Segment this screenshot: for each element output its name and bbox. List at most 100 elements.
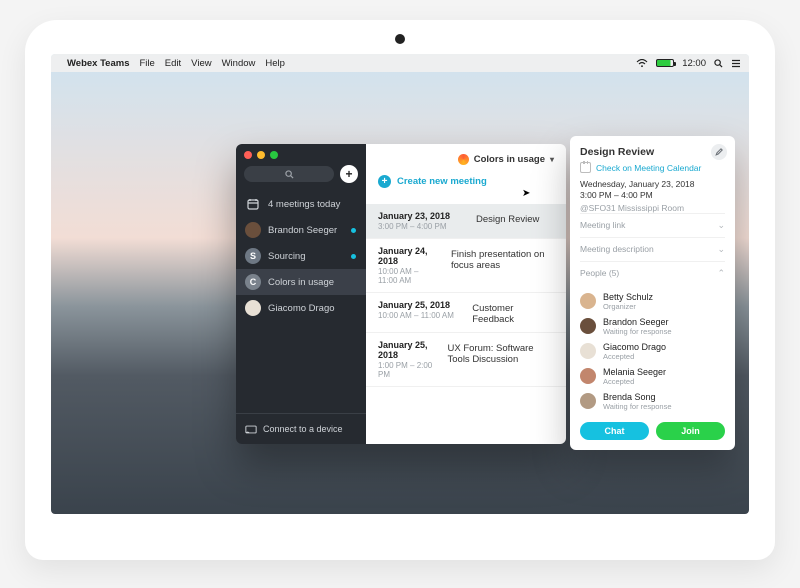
meeting-row[interactable]: January 23, 20183:00 PM – 4:00 PM Design… [366,204,566,239]
meetings-list: January 23, 20183:00 PM – 4:00 PM Design… [366,204,566,387]
person-status: Accepted [603,352,666,361]
avatar [245,300,261,316]
person-name: Brenda Song [603,392,672,402]
edit-meeting-button[interactable] [711,144,727,160]
avatar [580,293,596,309]
person-status: Waiting for response [603,327,672,336]
meeting-row[interactable]: January 25, 20181:00 PM – 2:00 PM UX For… [366,333,566,387]
search-input[interactable] [244,166,334,182]
window-traffic-lights [236,144,366,165]
person-row[interactable]: Brandon SeegerWaiting for response [580,314,725,339]
person-row[interactable]: Melania SeegerAccepted [580,364,725,389]
plus-icon: + [378,175,391,188]
person-name: Brandon Seeger [603,317,672,327]
detail-title: Design Review [580,146,725,158]
sidebar-item-sourcing[interactable]: S Sourcing [236,243,366,269]
new-space-button[interactable]: + [340,165,358,183]
menu-window[interactable]: Window [222,58,256,69]
detail-location: @SFO31 Mississippi Room [580,203,725,213]
create-meeting-label: Create new meeting [397,176,487,187]
person-name: Giacomo Drago [603,342,666,352]
sidebar-item-label: Sourcing [268,251,306,262]
sidebar-item-giacomo-drago[interactable]: Giacomo Drago [236,295,366,321]
spotlight-icon[interactable] [714,59,723,68]
accordion-label: Meeting link [580,220,625,230]
meeting-date: January 25, 2018 [378,300,460,310]
calendar-icon [245,196,261,212]
avatar: C [245,274,261,290]
accordion-label: People (5) [580,268,619,278]
person-row[interactable]: Giacomo DragoAccepted [580,339,725,364]
person-status: Waiting for response [603,402,672,411]
avatar [580,343,596,359]
clock[interactable]: 12:00 [682,58,706,69]
meeting-row[interactable]: January 24, 201810:00 AM – 11:00 AM Fini… [366,239,566,293]
unread-indicator [351,254,356,259]
meeting-link-accordion[interactable]: Meeting link ⌄ [580,213,725,237]
menu-view[interactable]: View [191,58,211,69]
connect-label: Connect to a device [263,424,343,434]
accordion-label: Meeting description [580,244,654,254]
chevron-up-icon: ⌃ [717,268,725,279]
sidebar-item-label: Giacomo Drago [268,303,335,314]
meeting-time: 1:00 PM – 2:00 PM [378,361,436,379]
meeting-title: Finish presentation on focus areas [451,246,554,285]
unread-indicator [351,228,356,233]
avatar [580,318,596,334]
detail-time: 3:00 PM – 4:00 PM [580,190,725,201]
person-row[interactable]: Brenda SongWaiting for response [580,389,725,414]
people-list: Betty SchulzOrganizer Brandon SeegerWait… [580,285,725,414]
macos-menubar: Webex Teams File Edit View Window Help 1… [51,54,749,72]
pencil-icon [715,148,723,156]
avatar [245,222,261,238]
laptop-frame: Webex Teams File Edit View Window Help 1… [25,20,775,560]
menu-help[interactable]: Help [265,58,285,69]
chevron-down-icon: ⌄ [717,244,725,255]
space-title: Colors in usage [474,154,545,165]
meeting-title: UX Forum: Software Tools Discussion [448,340,555,379]
meeting-date: January 25, 2018 [378,340,436,360]
menu-file[interactable]: File [139,58,154,69]
meeting-title: Design Review [476,211,539,231]
avatar [580,393,596,409]
space-header-dropdown[interactable]: Colors in usage ▾ [458,154,554,165]
sidebar-item-colors-in-usage[interactable]: C Colors in usage [236,269,366,295]
zoom-window-button[interactable] [270,151,278,159]
person-status: Organizer [603,302,653,311]
meeting-time: 10:00 AM – 11:00 AM [378,311,460,320]
app-window: + 4 meetings today Brandon Seeger S Sour… [236,144,566,444]
meeting-date: January 23, 2018 [378,211,464,221]
sidebar-item-brandon-seeger[interactable]: Brandon Seeger [236,217,366,243]
wifi-icon[interactable] [636,59,648,68]
chat-button[interactable]: Chat [580,422,649,440]
meeting-date: January 24, 2018 [378,246,439,266]
connect-to-device-button[interactable]: Connect to a device [236,413,366,444]
person-row[interactable]: Betty SchulzOrganizer [580,289,725,314]
avatar [580,368,596,384]
meeting-detail-popover: Design Review Check on Meeting Calendar … [570,136,735,450]
minimize-window-button[interactable] [257,151,265,159]
close-window-button[interactable] [244,151,252,159]
person-name: Betty Schulz [603,292,653,302]
sidebar-item-label: 4 meetings today [268,199,340,210]
desktop-screen: Webex Teams File Edit View Window Help 1… [51,54,749,514]
people-accordion[interactable]: People (5) ⌃ [580,261,725,285]
check-on-calendar-label: Check on Meeting Calendar [596,163,701,173]
meeting-row[interactable]: January 25, 201810:00 AM – 11:00 AM Cust… [366,293,566,333]
person-name: Melania Seeger [603,367,666,377]
person-status: Accepted [603,377,666,386]
camera-dot [395,34,405,44]
join-button[interactable]: Join [656,422,725,440]
meeting-time: 10:00 AM – 11:00 AM [378,267,439,285]
meeting-description-accordion[interactable]: Meeting description ⌄ [580,237,725,261]
space-logo-icon [458,154,469,165]
menubar-list-icon[interactable] [731,59,741,68]
create-meeting-button[interactable]: + Create new meeting [378,175,487,188]
sidebar-item-meetings-today[interactable]: 4 meetings today [236,191,366,217]
battery-icon[interactable] [656,59,674,67]
menu-edit[interactable]: Edit [165,58,181,69]
app-menu[interactable]: Webex Teams [67,58,129,69]
meeting-time: 3:00 PM – 4:00 PM [378,222,464,231]
meeting-title: Customer Feedback [472,300,554,325]
check-on-calendar-link[interactable]: Check on Meeting Calendar [580,162,725,173]
